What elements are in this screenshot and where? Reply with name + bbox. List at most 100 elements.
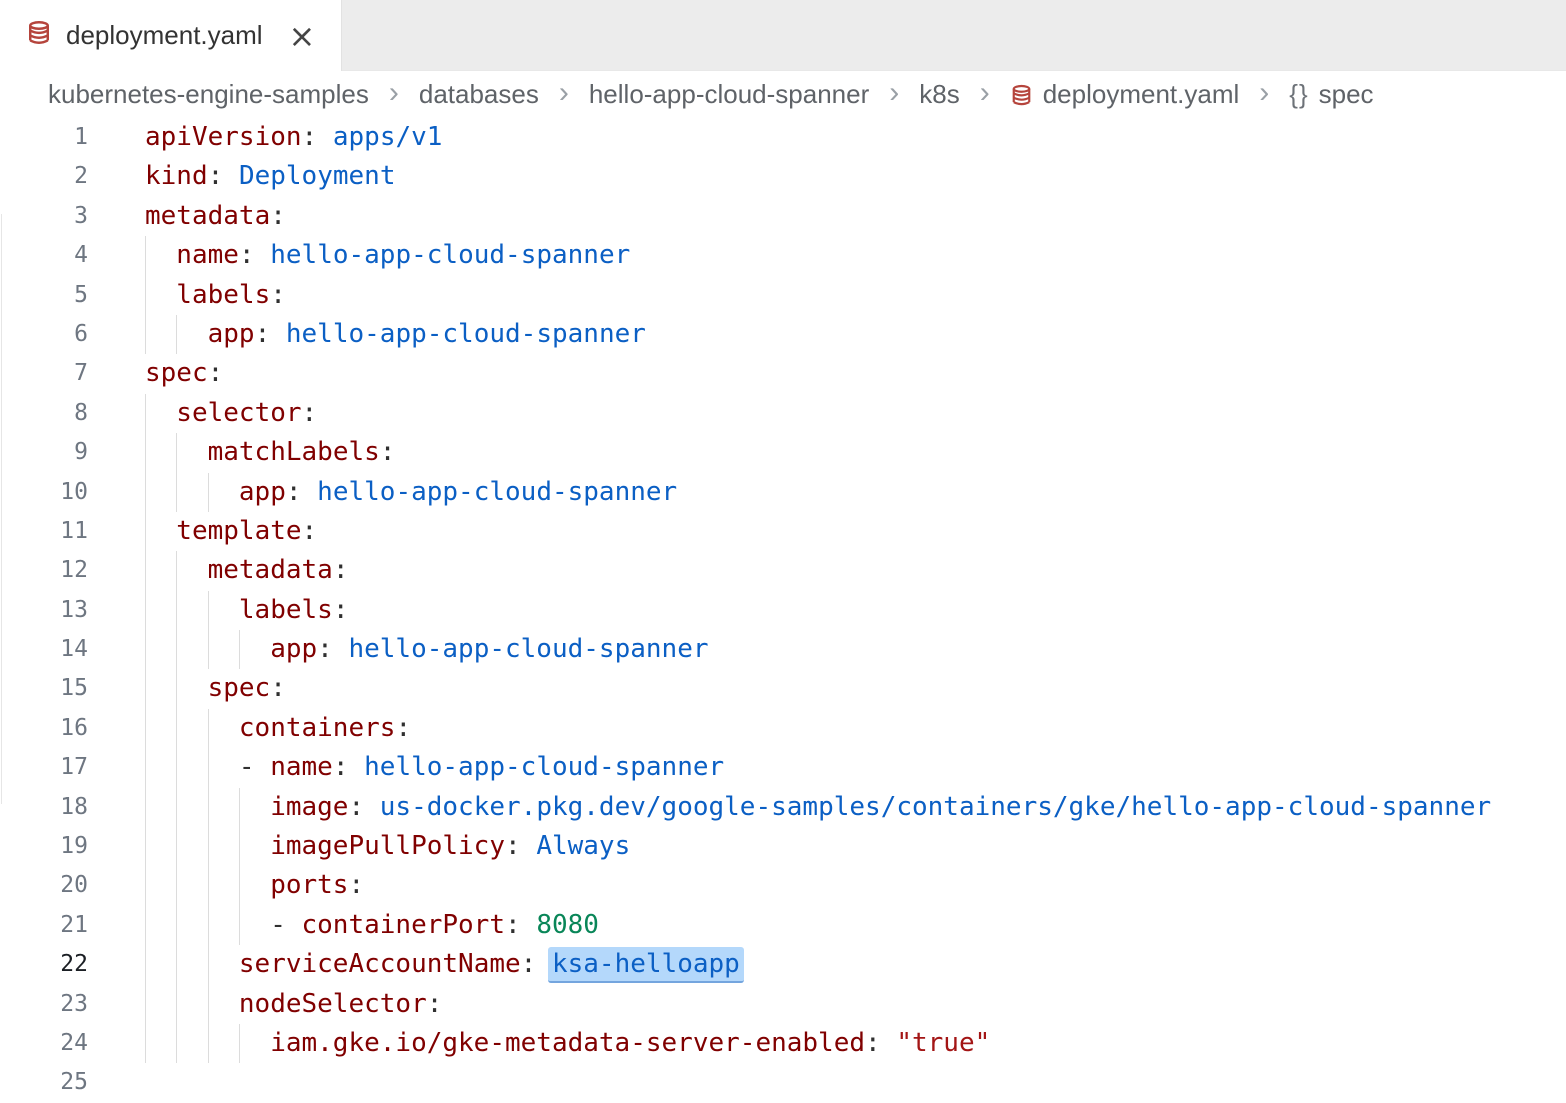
line-number[interactable]: 22 <box>0 945 88 984</box>
line-number[interactable]: 10 <box>0 473 88 512</box>
code-line[interactable]: 25 <box>0 1063 1566 1102</box>
code-token-punct: : <box>208 358 224 388</box>
code-line[interactable]: 8selector: <box>0 394 1566 433</box>
indent-guide <box>176 473 207 512</box>
line-number[interactable]: 14 <box>0 630 88 669</box>
breadcrumb-item-k8s[interactable]: k8s <box>919 79 959 110</box>
code-line[interactable]: 13labels: <box>0 591 1566 630</box>
code-token-val: hello-app-cloud-spanner <box>270 240 630 270</box>
code-line[interactable]: 17- name: hello-app-cloud-spanner <box>0 748 1566 787</box>
line-number[interactable]: 21 <box>0 906 88 945</box>
indent-guide <box>208 473 239 512</box>
line-number[interactable]: 7 <box>0 354 88 393</box>
line-number[interactable]: 8 <box>0 394 88 433</box>
breadcrumb-item-deployment-yaml[interactable]: deployment.yaml <box>1010 79 1240 110</box>
indent-guide <box>176 630 207 669</box>
indent-guide <box>176 591 207 630</box>
indent-guide <box>145 1024 176 1063</box>
line-number[interactable]: 16 <box>0 709 88 748</box>
code-token-val: apps/v1 <box>333 122 443 152</box>
code-line[interactable]: 12 metadata: <box>0 551 1566 590</box>
breadcrumb-item-hello-app-cloud-spanner[interactable]: hello-app-cloud-spanner <box>589 79 869 110</box>
code-token-key: containerPort <box>302 910 506 940</box>
indent-guide <box>176 945 207 984</box>
code-line[interactable]: 1apiVersion: apps/v1 <box>0 118 1566 157</box>
code-token-key: template <box>176 516 301 546</box>
line-number[interactable]: 11 <box>0 512 88 551</box>
indent-guide <box>208 748 239 787</box>
line-number[interactable]: 18 <box>0 788 88 827</box>
pane-edge-divider <box>1 214 2 804</box>
code-token-punct: : <box>333 595 349 625</box>
breadcrumb-item-databases[interactable]: databases <box>419 79 539 110</box>
code-line[interactable]: 23nodeSelector: <box>0 985 1566 1024</box>
line-number[interactable]: 15 <box>0 669 88 708</box>
line-number[interactable]: 19 <box>0 827 88 866</box>
code-token-key: spec <box>145 358 208 388</box>
code-text: spec: <box>145 354 223 393</box>
indent-guide <box>208 591 239 630</box>
code-line[interactable]: 5labels: <box>0 276 1566 315</box>
close-icon[interactable]: × <box>289 20 316 52</box>
indent-guide <box>239 827 270 866</box>
line-number[interactable]: 9 <box>0 433 88 472</box>
line-number[interactable]: 17 <box>0 748 88 787</box>
breadcrumb-item-spec[interactable]: {}spec <box>1289 79 1373 110</box>
code-token-key: matchLabels <box>208 437 380 467</box>
code-line[interactable]: 11template: <box>0 512 1566 551</box>
code-token-key: app <box>270 634 317 664</box>
code-line[interactable]: 3metadata: <box>0 197 1566 236</box>
code-line[interactable]: 14app: hello-app-cloud-spanner <box>0 630 1566 669</box>
line-number[interactable]: 6 <box>0 315 88 354</box>
indent-guide <box>208 709 239 748</box>
indent-guide <box>145 866 176 905</box>
line-number[interactable]: 25 <box>0 1063 88 1102</box>
code-line[interactable]: 22serviceAccountName: ksa-helloapp <box>0 945 1566 984</box>
indent-guide <box>176 827 207 866</box>
breadcrumb-label: kubernetes-engine-samples <box>48 79 369 110</box>
code-line[interactable]: 24iam.gke.io/gke-metadata-server-enabled… <box>0 1024 1566 1063</box>
line-number[interactable]: 4 <box>0 236 88 275</box>
line-number[interactable]: 20 <box>0 866 88 905</box>
code-line[interactable]: 2 kind: Deployment <box>0 157 1566 196</box>
code-line[interactable]: 20ports: <box>0 866 1566 905</box>
code-token-key: imagePullPolicy <box>270 831 505 861</box>
code-text: kind: Deployment <box>145 157 395 196</box>
indent-guide <box>176 709 207 748</box>
code-line[interactable]: 6app: hello-app-cloud-spanner <box>0 315 1566 354</box>
line-number[interactable]: 3 <box>0 197 88 236</box>
code-line[interactable]: 10app: hello-app-cloud-spanner <box>0 473 1566 512</box>
code-lines: 1apiVersion: apps/v12kind: Deployment3me… <box>0 118 1566 1103</box>
code-line[interactable]: 4name: hello-app-cloud-spanner <box>0 236 1566 275</box>
indent-guide <box>176 669 207 708</box>
line-number[interactable]: 12 <box>0 551 88 590</box>
highlighted-word[interactable]: ksa-helloapp <box>548 947 744 983</box>
line-number[interactable]: 2 <box>0 157 88 196</box>
code-token-key: apiVersion <box>145 122 302 152</box>
code-text: metadata: <box>208 551 349 590</box>
line-number[interactable]: 24 <box>0 1024 88 1063</box>
breadcrumb-label: k8s <box>919 79 959 110</box>
line-number[interactable]: 13 <box>0 591 88 630</box>
code-line[interactable]: 9matchLabels: <box>0 433 1566 472</box>
code-line[interactable]: 21- containerPort: 8080 <box>0 906 1566 945</box>
code-token-punct: : <box>505 831 536 861</box>
code-line[interactable]: 15spec: <box>0 669 1566 708</box>
indent-guide <box>176 551 207 590</box>
code-token-key: name <box>176 240 239 270</box>
line-number[interactable]: 23 <box>0 985 88 1024</box>
line-number[interactable]: 1 <box>0 118 88 157</box>
code-token-key: labels <box>176 280 270 310</box>
code-line[interactable]: 7 spec: <box>0 354 1566 393</box>
indent-guide <box>176 788 207 827</box>
code-token-punct: : <box>286 477 317 507</box>
code-token-punct: : <box>255 319 286 349</box>
editor[interactable]: 1apiVersion: apps/v12kind: Deployment3me… <box>0 118 1566 1103</box>
code-token-key: name <box>270 752 333 782</box>
code-line[interactable]: 19imagePullPolicy: Always <box>0 827 1566 866</box>
code-line[interactable]: 18image: us-docker.pkg.dev/google-sample… <box>0 788 1566 827</box>
line-number[interactable]: 5 <box>0 276 88 315</box>
code-line[interactable]: 16containers: <box>0 709 1566 748</box>
breadcrumb-item-kubernetes-engine-samples[interactable]: kubernetes-engine-samples <box>48 79 369 110</box>
tab-deployment-yaml[interactable]: deployment.yaml × <box>0 0 342 71</box>
